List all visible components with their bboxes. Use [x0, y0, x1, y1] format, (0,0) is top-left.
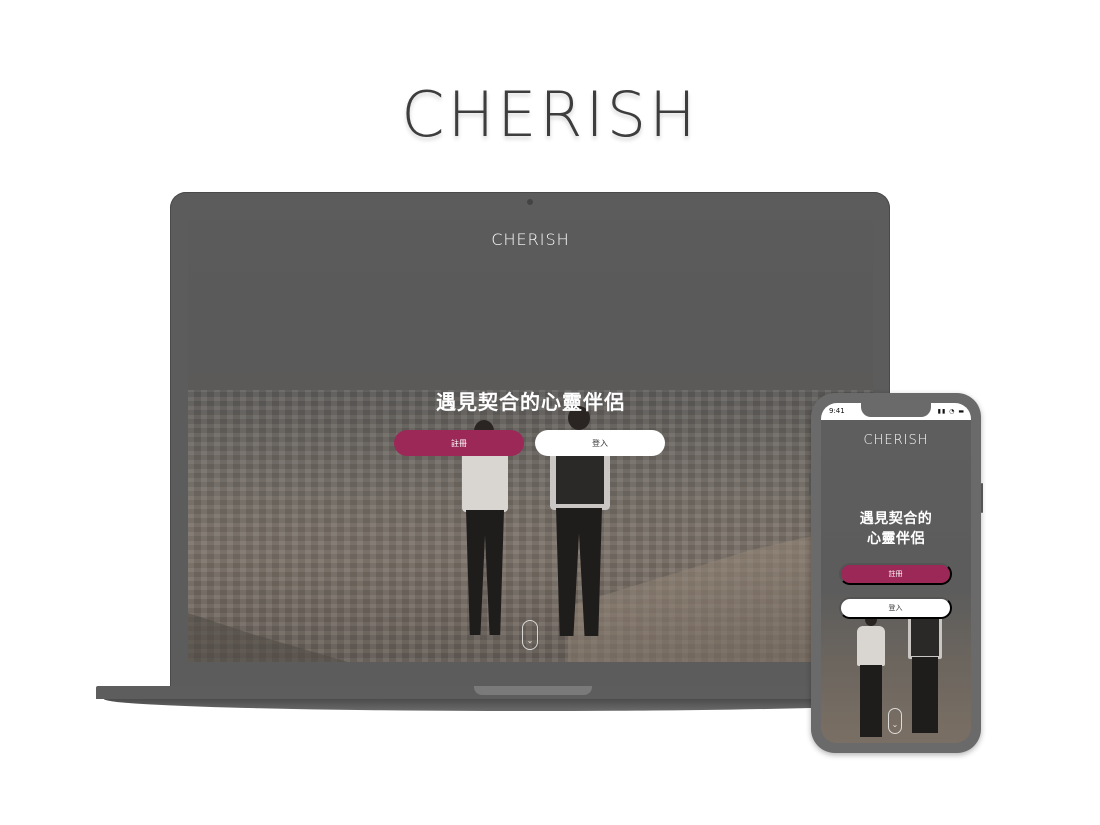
phone-volume-button: [809, 473, 811, 495]
brand-logo: CHERISH: [401, 78, 699, 151]
mobile-hero-title-line2: 心靈伴侶: [867, 531, 925, 547]
phone-power-button: [981, 483, 983, 513]
phone-device: 9:41 ▮▮ ◔ ▬ CHERISH 遇見契合的 心靈伴侶 註冊 登入 ⌄: [809, 393, 983, 753]
mobile-scroll-down-button[interactable]: ⌄: [888, 708, 902, 734]
mobile-hero-title-line1: 遇見契合的: [859, 511, 933, 527]
signal-wifi-battery-icon: ▮▮ ◔ ▬: [937, 408, 965, 415]
mobile-hero-person-woman: [851, 613, 891, 743]
register-button[interactable]: 註冊: [394, 430, 524, 456]
mobile-hero-title: 遇見契合的 心靈伴侶: [821, 509, 971, 549]
mobile-register-button[interactable]: 註冊: [839, 563, 952, 585]
mobile-hero-person-man: [903, 599, 947, 739]
laptop-screen: CHERISH 遇見契合的心靈伴侶 註冊 登入 ⌄: [188, 220, 873, 662]
laptop-camera: [527, 199, 533, 205]
laptop-device: CHERISH 遇見契合的心靈伴侶 註冊 登入 ⌄: [170, 192, 890, 687]
phone-notch: [861, 403, 931, 417]
header-logo[interactable]: CHERISH: [188, 230, 873, 249]
mobile-header-logo[interactable]: CHERISH: [821, 433, 971, 448]
chevron-down-icon: ⌄: [526, 636, 534, 645]
laptop-notch: [474, 686, 592, 695]
chevron-down-icon: ⌄: [891, 720, 899, 729]
phone-screen: 9:41 ▮▮ ◔ ▬ CHERISH 遇見契合的 心靈伴侶 註冊 登入 ⌄: [821, 403, 971, 743]
hero-person-woman: [450, 420, 520, 660]
scroll-down-button[interactable]: ⌄: [522, 620, 538, 650]
mobile-login-button[interactable]: 登入: [839, 597, 952, 619]
hero-title: 遇見契合的心靈伴侶: [436, 390, 625, 414]
login-button[interactable]: 登入: [535, 430, 665, 456]
status-time: 9:41: [829, 407, 845, 415]
